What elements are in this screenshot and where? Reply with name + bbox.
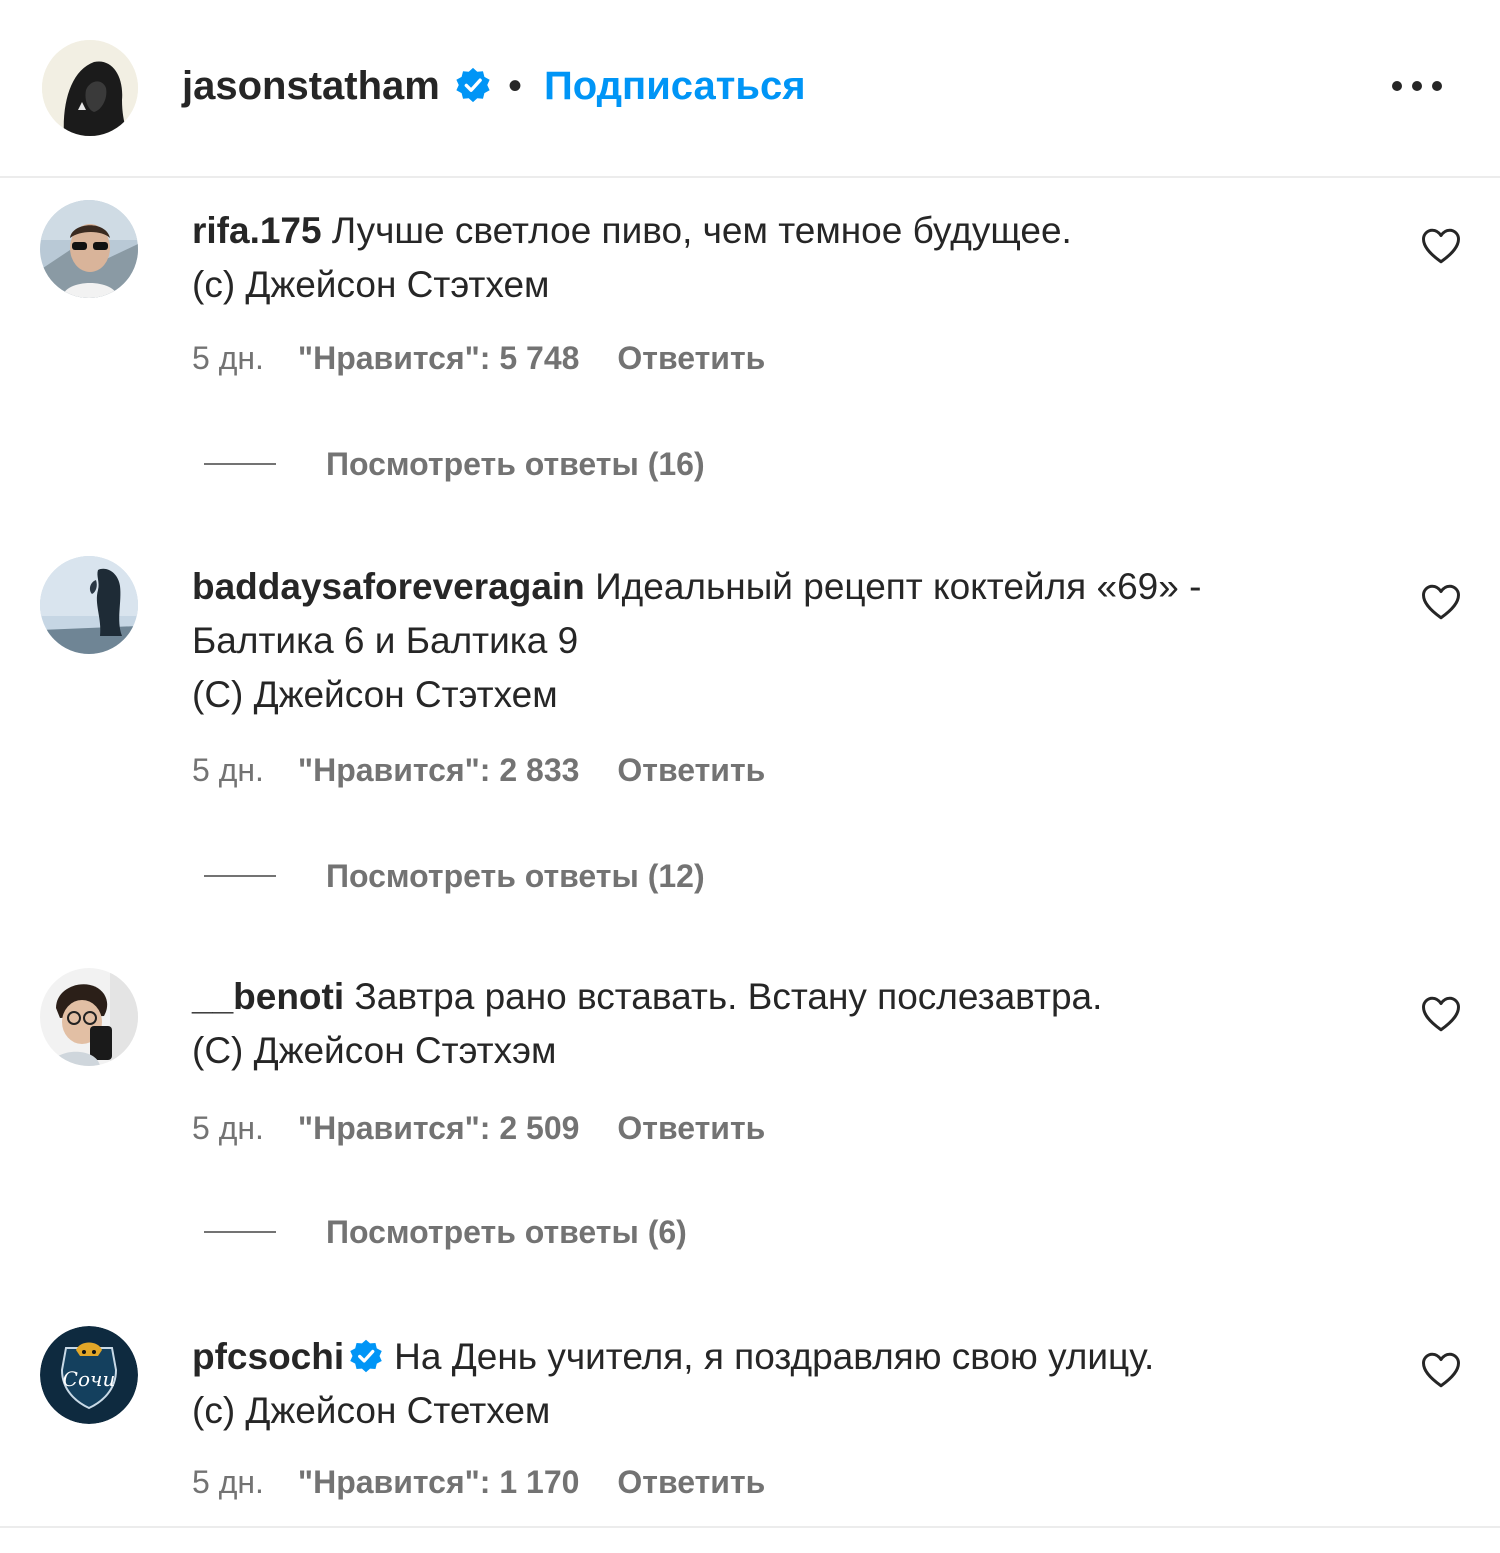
- verified-badge-icon: [350, 1339, 382, 1373]
- comment-username[interactable]: pfcsochi: [192, 1336, 344, 1377]
- footer-divider: [0, 1526, 1500, 1528]
- reply-button[interactable]: Ответить: [617, 338, 765, 378]
- avatar[interactable]: Сочи: [40, 1326, 138, 1424]
- comment-body: rifa.175 Лучше светлое пиво, чем темное …: [192, 204, 1362, 312]
- comment-time[interactable]: 5 дн.: [192, 1108, 264, 1148]
- avatar-image: [40, 968, 138, 1066]
- avatar-image: [40, 556, 138, 654]
- reply-button[interactable]: Ответить: [617, 750, 765, 790]
- comment-username[interactable]: rifa.175: [192, 210, 322, 251]
- separator-dot: •: [508, 64, 523, 108]
- avatar[interactable]: [40, 200, 138, 298]
- post-header: jasonstatham • Подписаться: [0, 0, 1500, 176]
- reply-button[interactable]: Ответить: [617, 1108, 765, 1148]
- comment-likes[interactable]: "Нравится": 2 833: [298, 750, 579, 790]
- comment-meta: 5 дн. "Нравится": 2 509 Ответить: [192, 1108, 765, 1148]
- comment-body: __benoti Завтра рано вставать. Встану по…: [192, 970, 1362, 1078]
- view-replies-label: Посмотреть ответы (12): [326, 858, 705, 894]
- comment-username[interactable]: __benoti: [192, 976, 344, 1017]
- replies-line: [204, 463, 276, 465]
- view-replies-button[interactable]: Посмотреть ответы (16): [204, 444, 705, 484]
- like-heart-icon[interactable]: [1420, 994, 1462, 1034]
- comment-meta: 5 дн. "Нравится": 5 748 Ответить: [192, 338, 765, 378]
- replies-line: [204, 1231, 276, 1233]
- comment-time[interactable]: 5 дн.: [192, 750, 264, 790]
- comment-likes[interactable]: "Нравится": 2 509: [298, 1108, 579, 1148]
- avatar[interactable]: [42, 40, 138, 136]
- comment-username[interactable]: baddaysaforeveragain: [192, 566, 585, 607]
- replies-line: [204, 875, 276, 877]
- view-replies-button[interactable]: Посмотреть ответы (12): [204, 856, 705, 896]
- like-heart-icon[interactable]: [1420, 1350, 1462, 1390]
- avatar-image: [42, 40, 138, 136]
- post-author-username[interactable]: jasonstatham: [182, 62, 440, 110]
- avatar-image: [40, 200, 138, 298]
- avatar[interactable]: [40, 556, 138, 654]
- follow-button[interactable]: Подписаться: [544, 62, 806, 110]
- view-replies-label: Посмотреть ответы (6): [326, 1214, 687, 1250]
- reply-button[interactable]: Ответить: [617, 1462, 765, 1502]
- comment-time[interactable]: 5 дн.: [192, 1462, 264, 1502]
- like-heart-icon[interactable]: [1420, 582, 1462, 622]
- view-replies-button[interactable]: Посмотреть ответы (6): [204, 1212, 687, 1252]
- like-heart-icon[interactable]: [1420, 226, 1462, 266]
- avatar[interactable]: [40, 968, 138, 1066]
- comment-meta: 5 дн. "Нравится": 1 170 Ответить: [192, 1462, 765, 1502]
- comment-body: baddaysaforeveragain Идеальный рецепт ко…: [192, 560, 1362, 722]
- comment-meta: 5 дн. "Нравится": 2 833 Ответить: [192, 750, 765, 790]
- comment-text: Лучше светлое пиво, чем темное будущее. …: [192, 210, 1072, 305]
- comment-likes[interactable]: "Нравится": 1 170: [298, 1462, 579, 1502]
- header-divider: [0, 176, 1500, 178]
- avatar-image: Сочи: [40, 1326, 138, 1424]
- comment-likes[interactable]: "Нравится": 5 748: [298, 338, 579, 378]
- verified-badge-icon: [456, 67, 490, 103]
- comment-time[interactable]: 5 дн.: [192, 338, 264, 378]
- view-replies-label: Посмотреть ответы (16): [326, 446, 705, 482]
- more-options-icon[interactable]: [1390, 74, 1444, 98]
- comment-body: pfcsochi На День учителя, я поздравляю св…: [192, 1330, 1362, 1438]
- avatar-logo-text: Сочи: [63, 1367, 116, 1391]
